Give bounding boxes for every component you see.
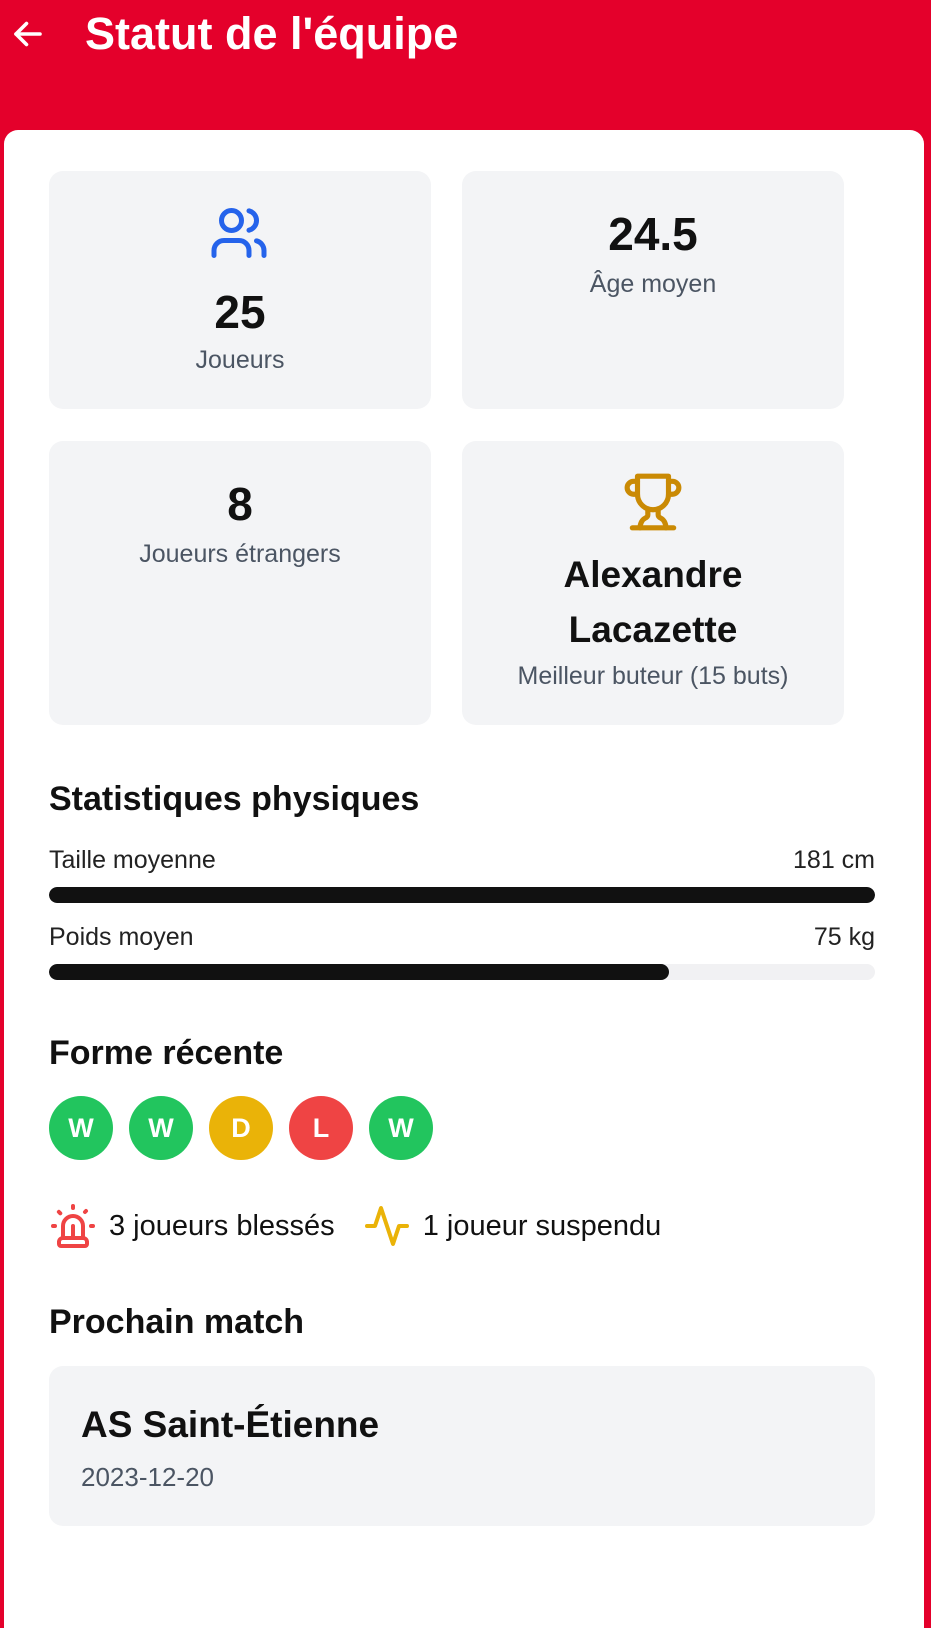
suspended-text: 1 joueur suspendu: [422, 1209, 662, 1242]
availability-row: 3 joueurs blessés 1 joueur suspendu: [49, 1202, 689, 1250]
top-scorer-name-first: Alexandre: [563, 554, 743, 595]
weight-bar: [49, 964, 875, 980]
weight-label: Poids moyen: [49, 923, 194, 951]
injured-text: 3 joueurs blessés: [109, 1209, 335, 1242]
players-tile: 25 Joueurs: [49, 171, 431, 409]
form-result: W: [129, 1096, 193, 1160]
form-result: L: [289, 1096, 353, 1160]
players-count: 25: [214, 286, 266, 338]
players-label: Joueurs: [195, 346, 285, 374]
height-bar: [49, 887, 875, 903]
form-result: W: [49, 1096, 113, 1160]
next-match-date: 2023-12-20: [81, 1462, 214, 1492]
form-result: D: [209, 1096, 273, 1160]
avg-age-value: 24.5: [608, 208, 698, 260]
physical-stats-title: Statistiques physiques: [49, 780, 420, 818]
weight-bar-fill: [49, 964, 669, 980]
back-button[interactable]: [8, 14, 48, 54]
next-match-title: Prochain match: [49, 1303, 305, 1341]
form-result: W: [369, 1096, 433, 1160]
recent-form-title: Forme récente: [49, 1034, 284, 1072]
height-bar-fill: [49, 887, 875, 903]
foreign-players-tile: 8 Joueurs étrangers: [49, 441, 431, 725]
users-icon: [211, 208, 267, 258]
arrow-left-icon: [14, 21, 42, 47]
height-label: Taille moyenne: [49, 846, 216, 874]
suspended-info: 1 joueur suspendu: [363, 1202, 662, 1250]
foreign-players-label: Joueurs étrangers: [139, 540, 341, 568]
foreign-players-value: 8: [227, 478, 253, 530]
app-header: Statut de l'équipe: [0, 0, 931, 130]
next-match-opponent: AS Saint-Étienne: [81, 1404, 380, 1445]
weight-value: 75 kg: [813, 923, 875, 951]
recent-form-results: W W D L W: [49, 1096, 433, 1160]
height-value: 181 cm: [793, 846, 875, 874]
page-title: Statut de l'équipe: [85, 8, 459, 59]
trophy-icon: [624, 473, 682, 531]
avg-age-tile: 24.5 Âge moyen: [462, 171, 844, 409]
avg-age-label: Âge moyen: [589, 270, 717, 298]
top-scorer-label: Meilleur buteur (15 buts): [517, 662, 789, 690]
top-scorer-name-last: Lacazette: [568, 609, 738, 650]
injured-info: 3 joueurs blessés: [49, 1202, 335, 1250]
top-scorer-tile: Alexandre Lacazette Meilleur buteur (15 …: [462, 441, 844, 725]
next-match-card[interactable]: AS Saint-Étienne 2023-12-20: [49, 1366, 875, 1526]
activity-icon: [364, 1206, 409, 1246]
siren-icon: [51, 1204, 95, 1248]
